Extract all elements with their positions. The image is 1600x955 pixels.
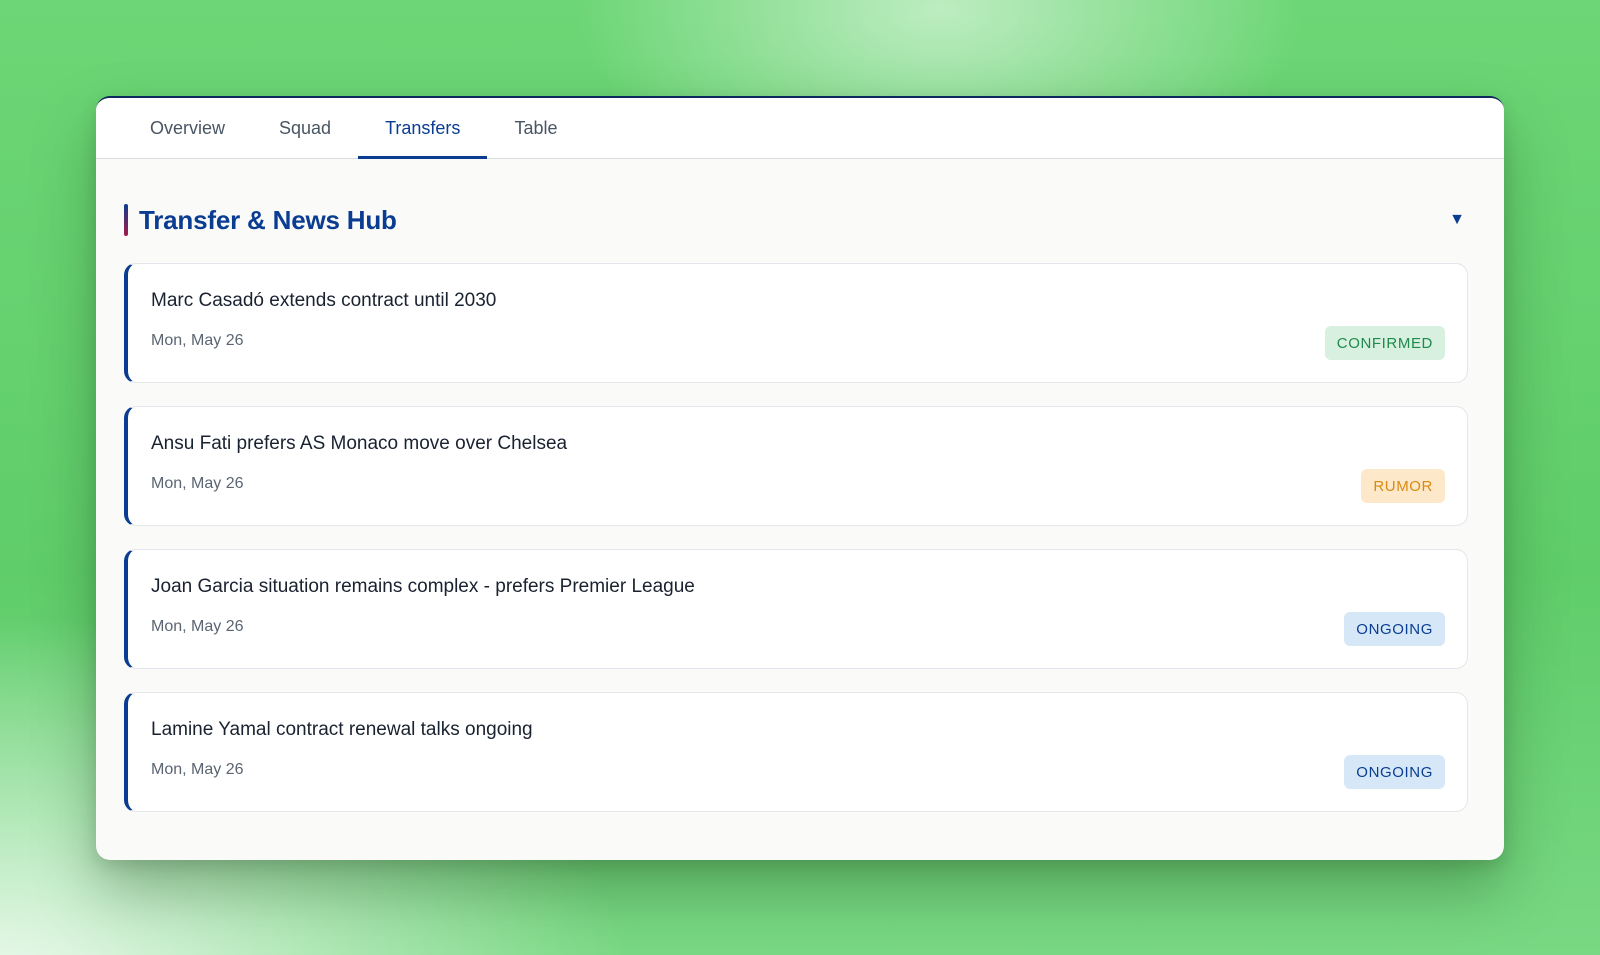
tab-transfers[interactable]: Transfers bbox=[358, 98, 488, 159]
section-header: Transfer & News Hub ▼ bbox=[124, 203, 1468, 237]
news-card[interactable]: Marc Casadó extends contract until 2030 … bbox=[124, 263, 1468, 383]
status-badge: CONFIRMED bbox=[1324, 326, 1445, 360]
status-badge: RUMOR bbox=[1361, 469, 1445, 503]
news-card[interactable]: Ansu Fati prefers AS Monaco move over Ch… bbox=[124, 406, 1468, 526]
news-date: Mon, May 26 bbox=[151, 618, 244, 635]
title-accent-bar bbox=[124, 204, 128, 236]
news-date: Mon, May 26 bbox=[151, 761, 244, 778]
section-title: Transfer & News Hub bbox=[139, 204, 397, 235]
news-card[interactable]: Joan Garcia situation remains complex - … bbox=[124, 549, 1468, 669]
news-date: Mon, May 26 bbox=[151, 332, 244, 349]
news-date: Mon, May 26 bbox=[151, 475, 244, 492]
chevron-down-icon[interactable]: ▼ bbox=[1448, 211, 1466, 229]
news-card[interactable]: Lamine Yamal contract renewal talks ongo… bbox=[124, 692, 1468, 812]
section-title-wrap: Transfer & News Hub bbox=[124, 204, 397, 236]
news-headline: Marc Casadó extends contract until 2030 bbox=[151, 290, 497, 311]
tab-bar: Overview Squad Transfers Table bbox=[96, 98, 1504, 159]
news-headline: Ansu Fati prefers AS Monaco move over Ch… bbox=[151, 433, 568, 454]
status-badge: ONGOING bbox=[1344, 755, 1445, 789]
status-badge: ONGOING bbox=[1344, 612, 1445, 646]
tab-table[interactable]: Table bbox=[487, 98, 584, 158]
transfer-news-section: Transfer & News Hub ▼ Marc Casadó extend… bbox=[96, 159, 1504, 812]
tab-squad[interactable]: Squad bbox=[252, 98, 358, 158]
tab-overview[interactable]: Overview bbox=[123, 98, 252, 158]
news-headline: Lamine Yamal contract renewal talks ongo… bbox=[151, 719, 533, 740]
app-window: Overview Squad Transfers Table Transfer … bbox=[96, 96, 1504, 860]
news-list: Marc Casadó extends contract until 2030 … bbox=[124, 263, 1468, 812]
news-headline: Joan Garcia situation remains complex - … bbox=[151, 576, 695, 597]
